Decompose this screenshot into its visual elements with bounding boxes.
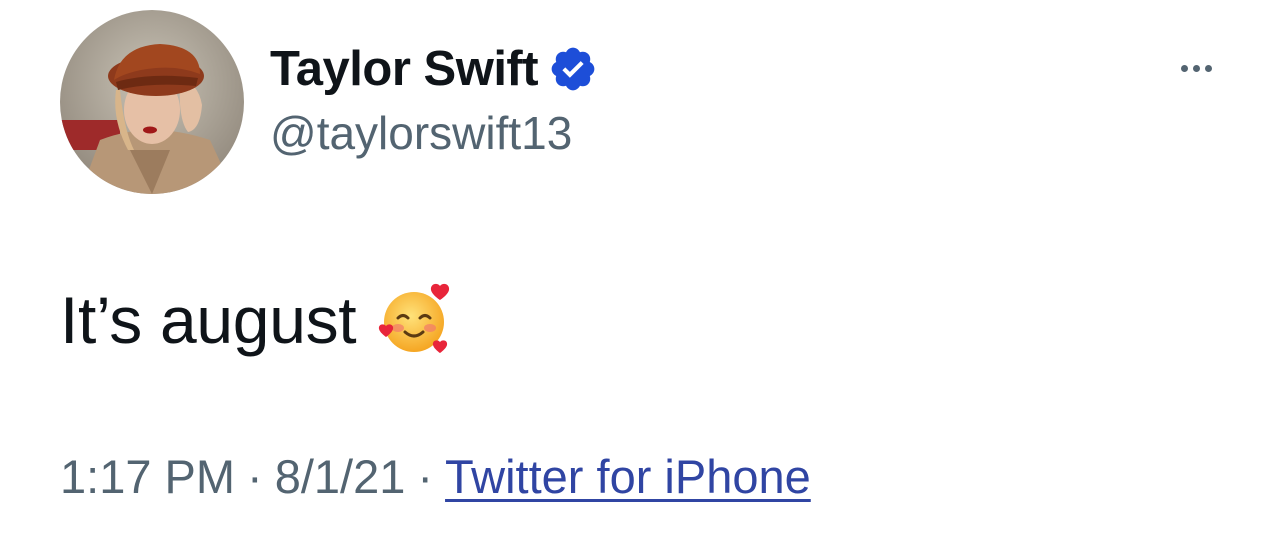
verified-badge-icon [548, 44, 598, 94]
tweet-date[interactable]: 8/1/21 [275, 449, 406, 504]
tweet-meta: 1:17 PM · 8/1/21 · Twitter for iPhone [60, 446, 811, 506]
author-display-name[interactable]: Taylor Swift [270, 41, 539, 97]
author-handle[interactable]: @taylorswift13 [270, 106, 572, 160]
avatar[interactable] [60, 10, 244, 194]
tweet-body: It’s august [60, 280, 454, 360]
tweet-card: Taylor Swift @taylorswift13 It’s august [0, 0, 1280, 540]
tweet-source-link[interactable]: Twitter for iPhone [445, 449, 811, 504]
avatar-image [60, 10, 244, 194]
tweet-time: 1:17 PM [60, 449, 236, 503]
tweet-text: It’s august [60, 283, 357, 357]
author-name-row: Taylor Swift [270, 40, 598, 98]
smiling-face-with-hearts-emoji-icon [378, 282, 454, 358]
meta-separator: · [247, 449, 263, 503]
more-options-icon[interactable] [1168, 52, 1224, 84]
meta-separator: · [417, 449, 434, 503]
